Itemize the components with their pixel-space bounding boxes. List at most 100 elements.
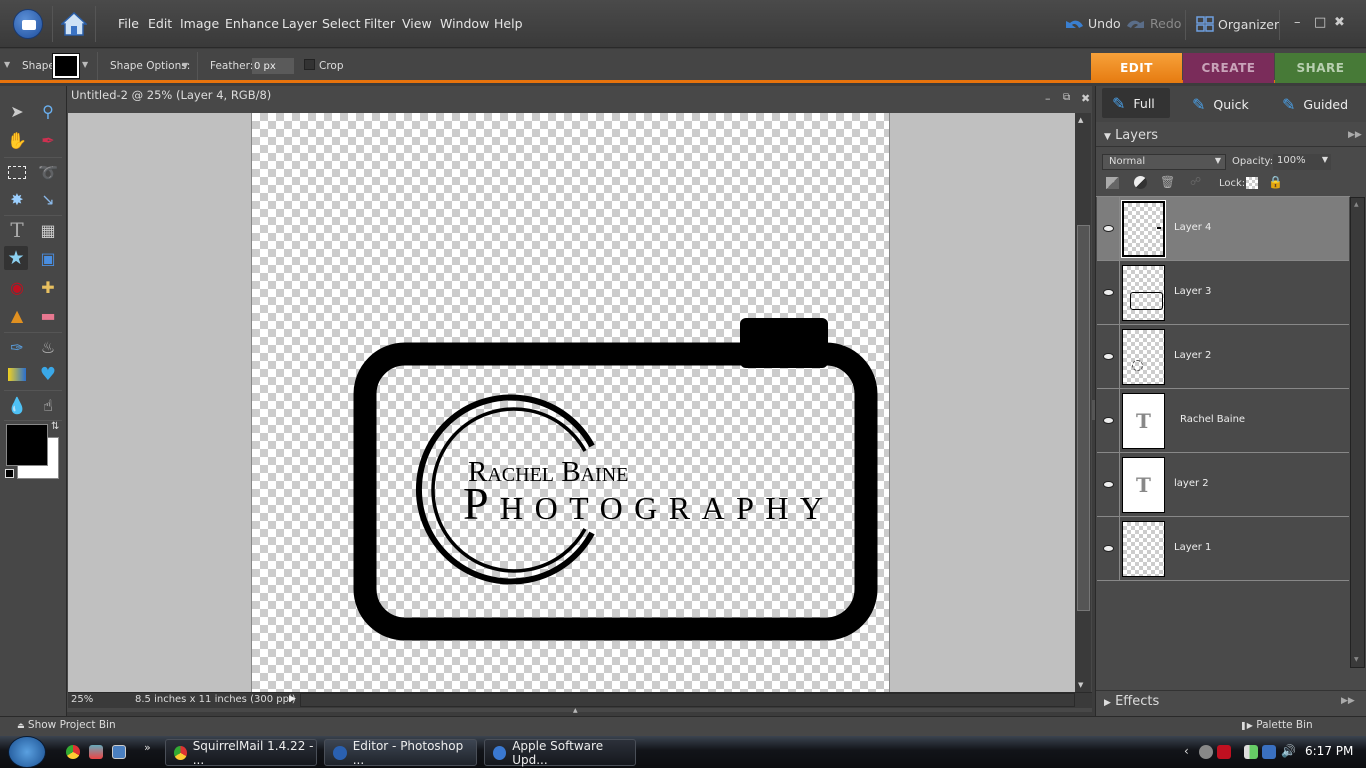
layer-row-layer-4[interactable]: Layer 4: [1097, 197, 1349, 261]
default-colors-icon[interactable]: [5, 469, 14, 478]
app-logo-icon[interactable]: [13, 9, 43, 39]
rectangular-marquee-icon[interactable]: [5, 160, 29, 184]
foreground-color-swatch[interactable]: [6, 424, 48, 466]
close-icon[interactable]: ✖: [1334, 15, 1345, 30]
shape-dropdown-icon[interactable]: ▼: [82, 60, 88, 69]
type-tool-icon[interactable]: T: [5, 218, 29, 242]
smudge-tool-icon[interactable]: ☝: [36, 393, 60, 417]
canvas[interactable]: Rachel Baine Photography: [251, 113, 890, 692]
feather-input[interactable]: [252, 58, 294, 74]
tray-network-icon[interactable]: [1262, 745, 1276, 759]
tab-share[interactable]: SHARE: [1275, 53, 1366, 83]
menu-filter[interactable]: Filter: [364, 16, 395, 31]
chrome-quicklaunch-icon[interactable]: [66, 745, 80, 759]
show-desktop-icon[interactable]: [112, 745, 126, 759]
doc-restore-icon[interactable]: ⧉: [1063, 92, 1070, 103]
zoom-level-field[interactable]: 25%: [68, 693, 113, 708]
hand-tool-icon[interactable]: ✋: [5, 128, 29, 152]
organizer-button[interactable]: Organizer: [1196, 16, 1279, 32]
crop-tool-icon[interactable]: ▦: [36, 218, 60, 242]
visibility-eye-icon[interactable]: [1101, 477, 1115, 491]
delete-layer-icon[interactable]: 🗑: [1160, 175, 1175, 189]
adjustment-layer-icon[interactable]: [1134, 176, 1147, 189]
layers-panel-header[interactable]: ▼ Layers: [1096, 125, 1366, 147]
shape-options-label[interactable]: Shape Options:: [110, 60, 190, 72]
shape-picker[interactable]: [52, 53, 80, 79]
visibility-eye-icon[interactable]: [1101, 541, 1115, 555]
menu-help[interactable]: Help: [494, 16, 523, 31]
scroll-down-icon[interactable]: ▼: [1354, 656, 1359, 663]
horizontal-scrollbar[interactable]: [300, 693, 1075, 707]
scroll-down-icon[interactable]: ▼: [1078, 681, 1083, 689]
blur-tool-icon[interactable]: 💧: [5, 393, 29, 417]
tab-edit[interactable]: EDIT: [1091, 53, 1182, 83]
eyedropper-tool-icon[interactable]: ✒: [36, 128, 60, 152]
project-bin-toggle-icon[interactable]: ▲: [573, 707, 578, 714]
mode-full-button[interactable]: ✎ Full: [1102, 88, 1170, 118]
scroll-up-icon[interactable]: ▲: [1078, 116, 1083, 124]
menu-image[interactable]: Image: [180, 16, 219, 31]
doc-minimize-icon[interactable]: –: [1045, 92, 1051, 105]
panel-menu-icon[interactable]: ▶▶: [1348, 130, 1362, 140]
taskbar-item-photoshop[interactable]: Editor - Photoshop ...: [324, 739, 477, 767]
vertical-scroll-thumb[interactable]: [1077, 225, 1090, 611]
maximize-icon[interactable]: □: [1314, 15, 1326, 30]
doc-close-icon[interactable]: ✖: [1081, 92, 1090, 105]
options-menu-icon[interactable]: ▼: [4, 60, 10, 69]
menu-view[interactable]: View: [402, 16, 432, 31]
undo-button[interactable]: Undo: [1064, 16, 1121, 31]
panel-menu-icon[interactable]: ▶▶: [1341, 696, 1355, 706]
custom-shape-tool-icon[interactable]: ★: [4, 246, 28, 270]
redo-button[interactable]: Redo: [1126, 16, 1181, 31]
mode-quick-button[interactable]: ✎ Quick: [1192, 95, 1249, 114]
red-eye-tool-icon[interactable]: ◉: [5, 275, 29, 299]
taskbar-item-squirrelmail[interactable]: SquirrelMail 1.4.22 - ...: [165, 739, 317, 767]
layer-row-layer-3[interactable]: Layer 3: [1097, 261, 1349, 325]
visibility-eye-icon[interactable]: [1101, 349, 1115, 363]
palette-bin-button[interactable]: ❚▶ Palette Bin: [1240, 719, 1313, 731]
gradient-tool-icon[interactable]: [5, 362, 29, 386]
swap-colors-icon[interactable]: ⇅: [51, 421, 59, 432]
layers-scrollbar[interactable]: [1350, 197, 1365, 668]
brush-tool-icon[interactable]: ✑: [5, 335, 29, 359]
scroll-up-icon[interactable]: ▲: [1354, 201, 1359, 208]
mode-guided-button[interactable]: ✎ Guided: [1282, 95, 1348, 114]
layer-row-layer-2[interactable]: Layer 2: [1097, 325, 1349, 389]
effects-panel-header[interactable]: ▶ Effects: [1096, 690, 1366, 714]
visibility-eye-icon[interactable]: [1101, 413, 1115, 427]
taskbar-clock[interactable]: 6:17 PM: [1305, 744, 1353, 758]
lock-transparency-icon[interactable]: [1246, 177, 1258, 189]
home-icon[interactable]: [61, 12, 87, 36]
tray-network-globe-icon[interactable]: [1199, 745, 1213, 759]
opacity-field[interactable]: 100% ▼: [1273, 154, 1331, 170]
show-hidden-icons-icon[interactable]: ‹: [1184, 744, 1189, 758]
menu-layer[interactable]: Layer: [282, 16, 317, 31]
app-quicklaunch-icon[interactable]: [89, 745, 103, 759]
magic-wand-icon[interactable]: ✸: [5, 187, 29, 211]
crop-checkbox[interactable]: [304, 59, 315, 70]
zoom-tool-icon[interactable]: ⚲: [36, 99, 60, 123]
menu-file[interactable]: File: [118, 16, 139, 31]
move-tool-icon[interactable]: ➤: [5, 99, 29, 123]
paint-bucket-icon[interactable]: ♨: [36, 335, 60, 359]
menu-window[interactable]: Window: [440, 16, 489, 31]
clone-stamp-icon[interactable]: ▲: [5, 303, 29, 327]
menu-enhance[interactable]: Enhance: [225, 16, 279, 31]
menu-select[interactable]: Select: [322, 16, 361, 31]
start-button[interactable]: [8, 736, 46, 768]
healing-brush-icon[interactable]: ✚: [36, 275, 60, 299]
shape-heart-icon[interactable]: ♥: [36, 362, 60, 386]
minimize-icon[interactable]: –: [1294, 15, 1301, 30]
tray-adobe-icon[interactable]: [1217, 745, 1231, 759]
visibility-eye-icon[interactable]: [1101, 285, 1115, 299]
menu-edit[interactable]: Edit: [148, 16, 172, 31]
layer-row-rachel-baine[interactable]: T Rachel Baine: [1097, 389, 1349, 453]
taskbar-item-apple-update[interactable]: Apple Software Upd...: [484, 739, 636, 767]
quick-selection-icon[interactable]: ↘: [36, 187, 60, 211]
blend-mode-select[interactable]: Normal ▼: [1102, 154, 1226, 170]
show-project-bin-button[interactable]: ⏏ Show Project Bin: [17, 719, 116, 731]
layer-row-layer-1[interactable]: Layer 1: [1097, 517, 1349, 581]
tab-create[interactable]: CREATE: [1183, 53, 1274, 83]
lock-all-icon[interactable]: 🔒: [1268, 175, 1283, 189]
more-quicklaunch-icon[interactable]: »: [144, 741, 151, 754]
